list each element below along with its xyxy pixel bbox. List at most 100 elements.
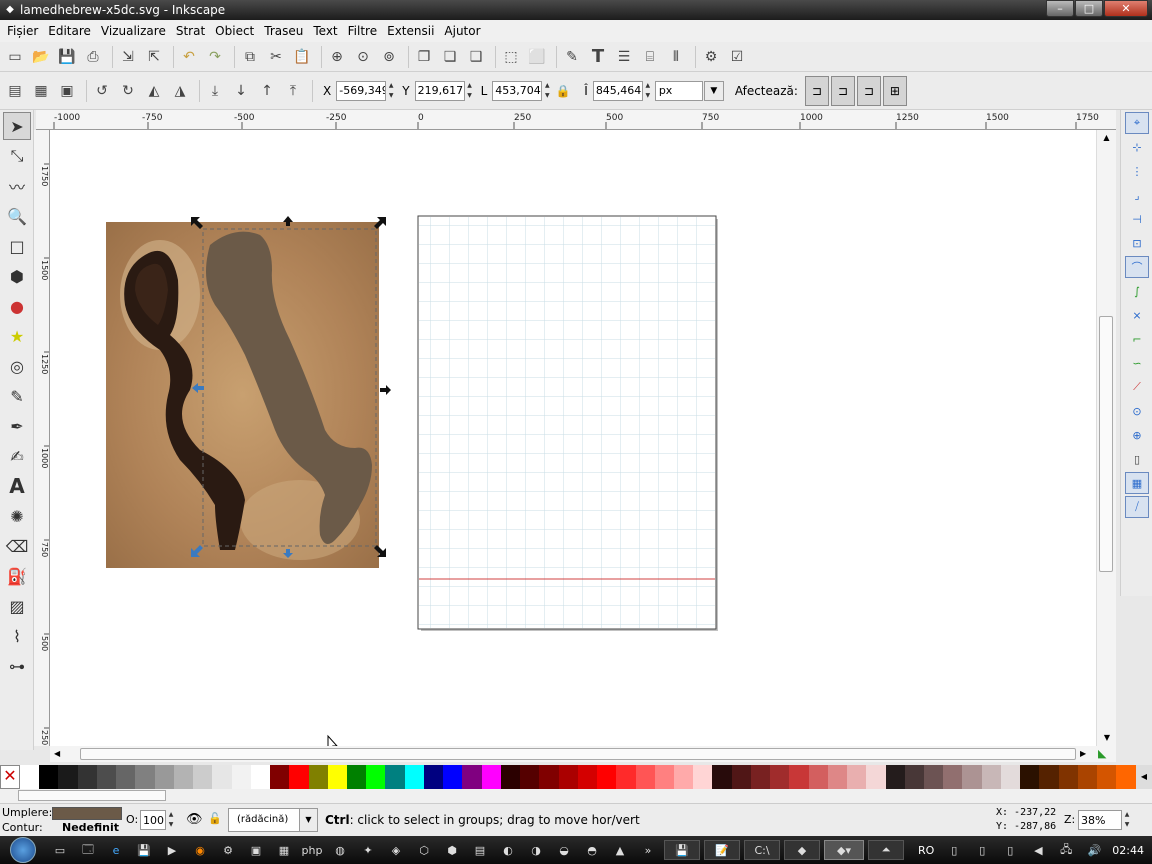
color-swatch[interactable] <box>462 765 482 789</box>
ungroup-icon[interactable]: ⬜ <box>526 46 548 68</box>
app-icon[interactable]: ⬢ <box>440 840 464 860</box>
scrollbar-thumb[interactable] <box>18 790 166 801</box>
color-swatch[interactable] <box>520 765 540 789</box>
raise-icon[interactable]: ↑ <box>256 80 278 102</box>
hide-object-icon[interactable]: 👁 <box>186 812 203 827</box>
color-swatch[interactable] <box>443 765 463 789</box>
scale-stroke-toggle[interactable]: ⊐ <box>804 75 829 106</box>
color-swatch[interactable] <box>212 765 232 789</box>
text-font-icon[interactable]: T <box>587 46 609 68</box>
color-swatch[interactable] <box>539 765 559 789</box>
color-swatch[interactable] <box>827 765 848 789</box>
terminal-icon[interactable]: ▣ <box>244 840 268 860</box>
menu-filters[interactable]: Filtre <box>343 24 382 38</box>
x-input[interactable] <box>336 80 387 101</box>
xml-editor-icon[interactable]: ⌸ <box>639 46 661 68</box>
snap-guide-icon[interactable]: ⧸ <box>1125 496 1149 518</box>
select-all-icon[interactable]: ▤ <box>4 80 26 102</box>
app-icon[interactable]: ✦ <box>356 840 380 860</box>
3d-box-tool-icon[interactable]: ⬢ <box>3 262 31 290</box>
menu-file[interactable]: Fișier <box>2 24 43 38</box>
snap-smooth-icon[interactable]: ∽ <box>1125 352 1149 374</box>
cut-icon[interactable]: ✂ <box>265 46 287 68</box>
rotate-ccw-icon[interactable]: ↺ <box>91 80 113 102</box>
text-tool-icon[interactable]: A <box>3 472 31 500</box>
color-swatch[interactable] <box>635 765 655 789</box>
menu-path[interactable]: Traseu <box>259 24 308 38</box>
color-swatch[interactable] <box>404 765 424 789</box>
new-document-icon[interactable]: ▭ <box>4 46 26 68</box>
x-spin-arrows[interactable]: ▲ ▼ <box>386 81 396 101</box>
no-paint-swatch[interactable]: ✕ <box>0 765 20 789</box>
lock-object-icon[interactable]: 🔓 <box>208 812 222 825</box>
vertical-scrollbar[interactable]: ▲ ▼ <box>1096 130 1116 746</box>
pen-tool-icon[interactable]: ✒ <box>3 412 31 440</box>
zoom-spinbox[interactable]: ▲▼ <box>1078 809 1132 831</box>
align-distribute-icon[interactable]: ⫴ <box>665 46 687 68</box>
color-swatch[interactable] <box>423 765 444 789</box>
color-swatch[interactable] <box>808 765 828 789</box>
color-swatch[interactable] <box>943 765 963 789</box>
paste-icon[interactable]: 📋 <box>291 46 313 68</box>
color-swatch[interactable] <box>39 765 59 789</box>
color-swatch[interactable] <box>962 765 982 789</box>
color-swatch[interactable] <box>58 765 78 789</box>
color-swatch[interactable] <box>847 765 867 789</box>
rectangle-tool-icon[interactable]: □ <box>3 232 31 260</box>
app-icon[interactable]: ⬡ <box>412 840 436 860</box>
dropper-tool-icon[interactable]: ⌇ <box>3 622 31 650</box>
rotate-cw-icon[interactable]: ↻ <box>117 80 139 102</box>
fill-stroke-icon[interactable]: ✎ <box>561 46 583 68</box>
tweak-tool-icon[interactable]: 〰 <box>3 172 31 200</box>
y-spinbox[interactable]: ▲▼ <box>414 80 475 102</box>
app-icon[interactable]: ▤ <box>468 840 492 860</box>
width-spinbox[interactable]: ▲▼ <box>492 80 552 102</box>
color-swatch[interactable] <box>673 765 694 789</box>
color-swatch[interactable] <box>866 765 886 789</box>
menu-layer[interactable]: Strat <box>171 24 210 38</box>
color-swatch[interactable] <box>597 765 617 789</box>
lock-ratio-icon[interactable]: 🔒 <box>552 80 574 102</box>
zoom-corner-icon[interactable]: ◣ <box>1098 746 1106 762</box>
start-button[interactable] <box>0 836 46 864</box>
snap-bbox-icon[interactable]: ⊹ <box>1125 136 1149 158</box>
node-tool-icon[interactable]: ⤡ <box>3 142 31 170</box>
snap-intersection-icon[interactable]: ⨯ <box>1125 304 1149 326</box>
zoom-page-icon[interactable]: ⊚ <box>378 46 400 68</box>
canvas-drawing[interactable] <box>50 130 1096 746</box>
star-tool-icon[interactable]: ★ <box>3 322 31 350</box>
layers-icon[interactable]: ☰ <box>613 46 635 68</box>
snap-bbox-edge-icon[interactable]: ⋮ <box>1125 160 1149 182</box>
chevron-down-icon[interactable]: ▼ <box>299 809 317 831</box>
x-spinbox[interactable]: ▲▼ <box>336 80 396 102</box>
flip-vertical-icon[interactable]: ◮ <box>169 80 191 102</box>
color-swatch[interactable] <box>173 765 194 789</box>
duplicate-icon[interactable]: ❐ <box>413 46 435 68</box>
color-swatch[interactable] <box>731 765 751 789</box>
snap-bbox-corner-icon[interactable]: ⌟ <box>1125 184 1149 206</box>
color-swatch[interactable] <box>193 765 213 789</box>
chrome-icon[interactable]: ◍ <box>328 840 352 860</box>
height-spinbox[interactable]: ▲▼ <box>592 80 653 102</box>
y-spin-arrows[interactable]: ▲ ▼ <box>465 81 475 101</box>
zoom-spin-arrows[interactable]: ▲ ▼ <box>1122 810 1132 830</box>
color-swatch[interactable] <box>924 765 944 789</box>
layer-select[interactable]: (rădăcină) ▼ <box>228 808 318 832</box>
scroll-down-arrow[interactable]: ▼ <box>1097 730 1117 746</box>
group-icon[interactable]: ⬚ <box>500 46 522 68</box>
stroke-value[interactable]: Nedefinit <box>62 821 119 834</box>
zoom-tool-icon[interactable]: 🔍 <box>3 202 31 230</box>
color-swatch[interactable] <box>231 765 251 789</box>
language-indicator[interactable]: RO <box>918 844 934 857</box>
menu-object[interactable]: Obiect <box>210 24 259 38</box>
ie-icon[interactable]: e <box>104 840 128 860</box>
color-swatch[interactable] <box>116 765 136 789</box>
clone-icon[interactable]: ❏ <box>439 46 461 68</box>
opacity-spin-arrows[interactable]: ▲ ▼ <box>166 810 176 830</box>
color-swatch[interactable] <box>385 765 405 789</box>
app-icon[interactable]: ◈ <box>384 840 408 860</box>
unit-select[interactable]: px ▼ <box>654 80 724 101</box>
color-swatch[interactable] <box>346 765 367 789</box>
color-swatch[interactable] <box>1077 765 1098 789</box>
color-swatch[interactable] <box>77 765 97 789</box>
